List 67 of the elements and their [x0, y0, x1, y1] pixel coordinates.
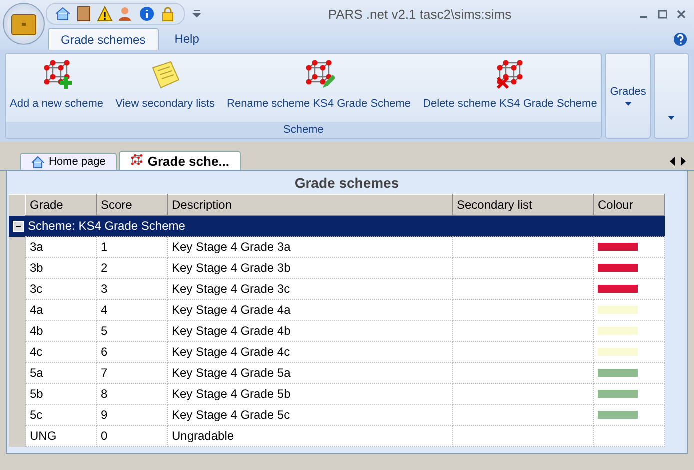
table-cell: 4c	[26, 342, 96, 362]
ribbon-button[interactable]: Delete scheme KS4 Grade Scheme	[423, 60, 598, 122]
table-cell: 4b	[26, 320, 96, 342]
table-cell: 4a	[26, 300, 96, 320]
ribbon-button[interactable]: Add a new scheme	[10, 60, 104, 122]
house-icon	[31, 156, 45, 168]
column-header[interactable]: Description	[168, 194, 452, 216]
group-label: Scheme	[6, 122, 602, 138]
dropdown-icon[interactable]	[193, 10, 201, 18]
cube-pencil-icon	[303, 60, 336, 90]
table-cell: 7	[96, 362, 168, 384]
table-cell: Key Stage 4 Grade 4a	[168, 300, 452, 320]
table-cell: Key Stage 4 Grade 5c	[168, 404, 452, 426]
caret-icon	[624, 102, 632, 106]
close-icon[interactable]	[677, 10, 686, 18]
window-title: PARS .net v2.1 tasc2\sims:sims	[327, 6, 513, 22]
table-cell: Key Stage 4 Grade 3a	[168, 236, 452, 258]
column-header[interactable]: Colour	[594, 194, 664, 216]
ribbon-dropdown[interactable]: Grades	[605, 53, 652, 139]
ribbon-button[interactable]: Rename scheme KS4 Grade Scheme	[227, 60, 412, 122]
lock-icon[interactable]	[160, 6, 176, 22]
table-cell: 5a	[26, 362, 96, 384]
table-cell: 2	[96, 258, 168, 278]
table-cell: Key Stage 4 Grade 5a	[168, 362, 452, 384]
table-cell: 8	[96, 384, 168, 404]
table-cell: 5c	[26, 404, 96, 426]
table-cell: 5	[96, 320, 168, 342]
ribbon-button[interactable]: View secondary lists	[116, 60, 216, 122]
scroll-left-icon[interactable]	[670, 157, 676, 166]
scroll-right-icon[interactable]	[680, 157, 686, 166]
table-cell: 3b	[26, 258, 96, 278]
app-menu-button[interactable]	[3, 3, 45, 45]
table-cell: 3	[96, 278, 168, 300]
ribbon-tab[interactable]: Help	[162, 28, 212, 50]
table-cell: 4	[96, 300, 168, 320]
table-cell: 1	[96, 236, 168, 258]
ribbon-tab[interactable]: Grade schemes	[48, 28, 159, 50]
house-icon[interactable]	[55, 6, 71, 22]
box-icon[interactable]	[76, 6, 92, 22]
table-cell: 0	[96, 426, 168, 446]
info-icon[interactable]	[139, 6, 155, 22]
briefcase-icon	[11, 12, 37, 36]
table-cell: Key Stage 4 Grade 3c	[168, 278, 452, 300]
table-cell: UNG	[26, 426, 96, 446]
table-cell: Key Stage 4 Grade 4b	[168, 320, 452, 342]
table-cell: Key Stage 4 Grade 5b	[168, 384, 452, 404]
table-cell: 9	[96, 404, 168, 426]
column-header[interactable]: Secondary list	[452, 194, 594, 216]
cube-icon	[130, 154, 144, 168]
table-cell: 6	[96, 342, 168, 362]
panel-title: Grade schemes	[294, 174, 400, 193]
table-cell: Key Stage 4 Grade 4c	[168, 342, 452, 362]
help-icon[interactable]	[673, 32, 688, 47]
caret-icon	[668, 116, 676, 120]
document-tab[interactable]: Grade sche...	[118, 151, 241, 170]
table-cell: 3c	[26, 278, 96, 300]
table-cell: Key Stage 4 Grade 3b	[168, 258, 452, 278]
column-header[interactable]: Score	[96, 194, 168, 216]
collapse-icon[interactable]	[13, 221, 24, 232]
table-cell: Ungradable	[168, 426, 452, 446]
column-header[interactable]: Grade	[26, 194, 96, 216]
document-tab[interactable]: Home page	[20, 153, 117, 170]
warning-icon[interactable]	[97, 6, 113, 22]
group-row[interactable]: Scheme: KS4 Grade Scheme	[9, 216, 664, 236]
table-cell: 3a	[26, 236, 96, 258]
maximize-icon[interactable]	[658, 10, 667, 18]
table-cell: 5b	[26, 384, 96, 404]
